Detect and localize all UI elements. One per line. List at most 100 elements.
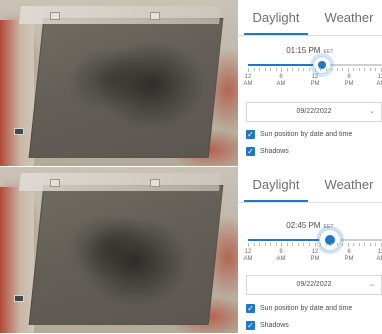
slider-tick [286,68,288,71]
slider-tick [369,243,371,246]
building-wall [0,20,34,166]
slider-tick [353,68,355,71]
slider-tick [292,68,294,71]
tick-label: 12AM [243,74,253,87]
slider-tick [375,243,377,246]
tab-weather[interactable]: Weather [314,0,382,34]
slider-tick [297,243,299,246]
chimney [150,179,160,187]
time-readout: 02:45 PM EET [238,221,382,230]
slider-tick [336,243,338,246]
slider-tick [314,68,316,72]
slider-tick [270,68,272,71]
tab-daylight[interactable]: Daylight [238,167,314,201]
slider-tick [248,68,249,72]
sun-position-checkbox[interactable]: ✓ Sun position by date and time [246,129,352,141]
tick-label: 12AM [376,249,382,262]
shadows-checkbox[interactable]: ✓ Shadows [246,146,289,158]
tab-bar: Daylight Weather [238,0,382,36]
slider-tick [325,68,327,71]
checkbox-checked-icon: ✓ [246,303,255,313]
daylight-panel-bottom: Daylight Weather 02:45 PM EET 12 AM 6 AM 12… [0,167,382,333]
slider-tick [331,68,333,71]
window [14,128,24,135]
shadows-checkbox[interactable]: ✓ Shadows [246,320,289,332]
slider-tick [347,68,349,72]
slider-tick [336,68,338,71]
tick-label: 12AM [376,74,382,87]
sun-position-label: Sun position by date and time [260,131,353,138]
shadows-label: Shadows [260,148,289,155]
chimney [50,12,60,20]
time-slider-ticks [248,243,382,247]
time-slider-fill [248,239,331,241]
tick-label: 6 PM [344,74,354,87]
slider-tick [308,68,310,71]
checkbox-checked-icon: ✓ [246,146,255,156]
slider-tick [320,68,322,71]
date-value: 09/22/2022 [296,281,332,288]
scene-view[interactable] [0,0,238,166]
slider-tick [259,68,261,71]
tick-label: 12AM [243,249,253,262]
tab-divider [238,202,382,203]
chevron-down-icon: ⌄ [369,108,375,115]
slider-tick [275,243,277,246]
slider-tick [303,243,305,246]
slider-tick [264,68,266,71]
date-picker[interactable]: 09/22/2022 ⌄ [246,275,382,295]
checkbox-checked-icon: ✓ [246,129,255,139]
slider-tick [325,243,327,246]
time-readout: 01:15 PM EET [238,46,382,55]
slider-tick [369,68,371,71]
sun-position-checkbox[interactable]: ✓ Sun position by date and time [246,303,352,315]
tick-label: 6 PM [344,249,354,262]
slider-tick [253,68,255,71]
time-zone: EET [323,49,334,55]
tick-labels: 12AM 6AM 12PM 6PM 12AM [238,74,382,92]
time-value: 02:45 PM [286,221,321,230]
slider-tick [275,68,277,71]
slider-tick [264,243,266,246]
slider-tick [303,68,305,71]
slider-tick [375,68,377,71]
slider-tick [281,68,283,72]
slider-tick [358,68,360,71]
window [14,295,24,302]
slider-tick [364,243,366,246]
slider-tick [342,243,344,246]
tab-bar: Daylight Weather [238,167,382,203]
slider-tick [286,243,288,246]
tree-shadow [96,40,206,130]
building-wall [0,187,34,333]
tree-shadow [80,217,190,307]
time-slider[interactable] [248,239,382,241]
date-picker[interactable]: 09/22/2022 ⌄ [246,102,382,122]
slider-tick [270,243,272,246]
sun-position-label: Sun position by date and time [260,305,353,312]
checkbox-checked-icon: ✓ [246,320,255,330]
slider-tick [297,68,299,71]
daylight-sidebar: Daylight Weather 01:15 PM EET 12 AM 6 AM 12… [238,0,382,166]
tick-label: 12 PM [310,249,320,262]
scene-view[interactable] [0,167,238,333]
time-slider-fill [248,64,322,66]
slider-tick [314,243,316,247]
time-slider-thumb[interactable] [319,229,342,251]
tick-label: 6 AM [276,249,286,262]
slider-tick [342,68,344,71]
slider-tick [353,243,355,246]
tab-weather[interactable]: Weather [314,167,382,201]
slider-tick [253,243,255,246]
slider-tick [248,243,249,247]
time-slider-ticks [248,68,382,72]
shadows-label: Shadows [260,322,289,329]
time-value: 01:15 PM [286,46,321,55]
tick-label: 6 AM [276,74,286,87]
slider-tick [259,243,261,246]
tab-daylight[interactable]: Daylight [238,0,314,34]
chevron-down-icon: ⌄ [369,281,375,288]
slider-tick [358,243,360,246]
slider-tick [364,68,366,71]
daylight-panel-top: Daylight Weather 01:15 PM EET 12 AM 6 AM 12… [0,0,382,166]
